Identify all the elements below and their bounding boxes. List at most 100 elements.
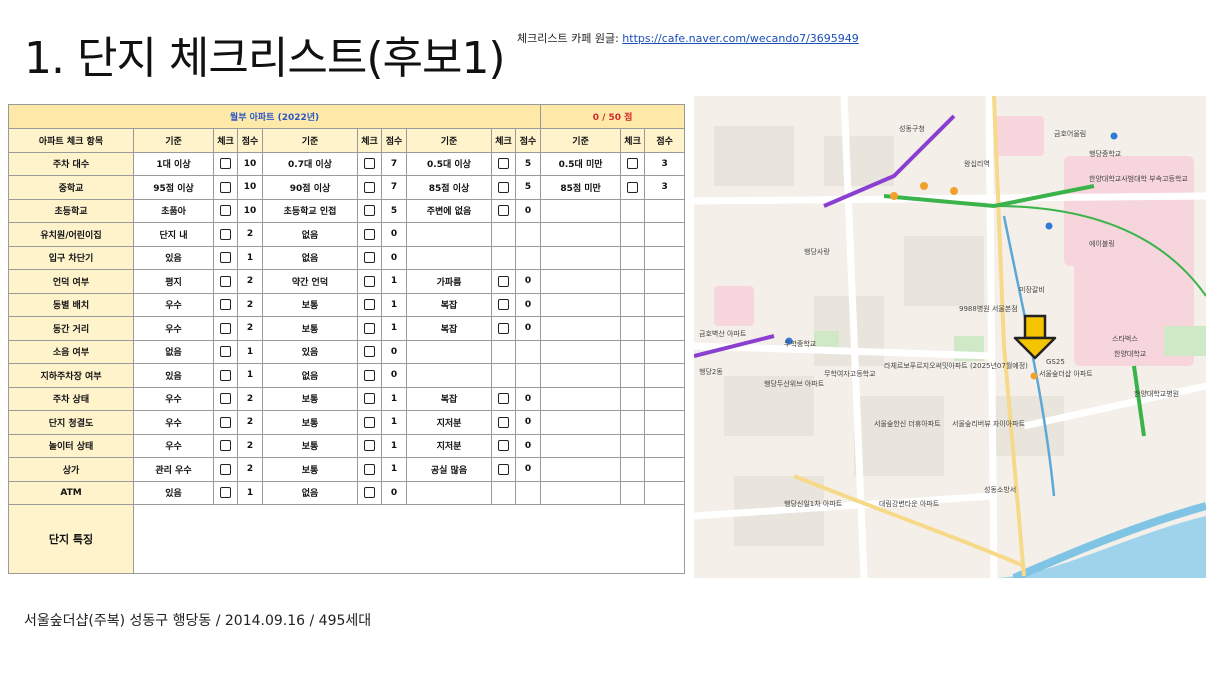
check-cell[interactable] (357, 222, 382, 247)
check-cell[interactable] (357, 198, 382, 223)
check-cell[interactable] (357, 363, 382, 388)
checkbox[interactable] (498, 416, 509, 428)
checkbox[interactable] (498, 158, 509, 170)
check-cell[interactable] (213, 175, 238, 200)
check-cell[interactable] (491, 269, 516, 294)
checkbox[interactable] (220, 393, 231, 405)
source-label: 체크리스트 카페 원글: (517, 32, 619, 45)
checkbox[interactable] (220, 487, 231, 499)
checkbox[interactable] (627, 181, 639, 193)
location-map[interactable]: 성동구청 금호어울림 행당중학교 한양대학교사범대학 부속고등학교 왕십리역 서울숲더샵 … (694, 96, 1206, 578)
column-header: 점수 (381, 128, 407, 153)
check-cell[interactable] (213, 339, 238, 364)
checkbox[interactable] (364, 181, 375, 193)
checkbox[interactable] (364, 440, 375, 452)
check-cell[interactable] (357, 175, 382, 200)
checkbox[interactable] (220, 369, 231, 381)
check-cell[interactable] (357, 386, 382, 411)
checkbox[interactable] (498, 463, 509, 475)
checkbox[interactable] (220, 275, 231, 287)
check-cell[interactable] (491, 433, 516, 458)
check-cell[interactable] (357, 316, 382, 341)
check-cell[interactable] (213, 198, 238, 223)
check-cell[interactable] (213, 363, 238, 388)
checklist-item-label: 초등학교 (8, 198, 134, 223)
checkbox[interactable] (498, 440, 509, 452)
checkbox[interactable] (364, 463, 375, 475)
checkbox[interactable] (364, 369, 375, 381)
check-cell[interactable] (357, 269, 382, 294)
check-cell[interactable] (491, 457, 516, 482)
checkbox[interactable] (364, 416, 375, 428)
checkbox[interactable] (364, 228, 375, 240)
column-header: 아파트 체크 항목 (8, 128, 134, 153)
score-cell: 1 (381, 316, 407, 341)
check-cell[interactable] (213, 292, 238, 317)
check-cell[interactable] (213, 245, 238, 270)
checkbox[interactable] (364, 322, 375, 334)
checkbox[interactable] (498, 181, 509, 193)
check-cell[interactable] (213, 151, 238, 176)
source-link[interactable]: https://cafe.naver.com/wecando7/3695949 (622, 32, 858, 45)
check-cell[interactable] (491, 410, 516, 435)
score-cell (514, 245, 542, 270)
check-cell[interactable] (491, 175, 516, 200)
criterion-cell: 95점 이상 (133, 175, 214, 200)
checkbox[interactable] (220, 228, 231, 240)
checklist-table: 월부 아파트 (2022년) 0 / 50 점 아파트 체크 항목 기준 체크 점수 기… (7, 104, 686, 574)
checkbox[interactable] (364, 299, 375, 311)
checkbox[interactable] (220, 252, 231, 264)
checkbox[interactable] (364, 275, 375, 287)
checkbox[interactable] (364, 487, 375, 499)
check-cell[interactable] (491, 316, 516, 341)
check-cell[interactable] (213, 410, 238, 435)
check-cell[interactable] (491, 386, 516, 411)
checkbox[interactable] (220, 322, 231, 334)
checkbox[interactable] (220, 158, 231, 170)
checkbox[interactable] (498, 205, 509, 217)
checklist-item-label: 언덕 여부 (8, 269, 134, 294)
checkbox[interactable] (220, 440, 231, 452)
checkbox[interactable] (364, 158, 375, 170)
checkbox[interactable] (220, 416, 231, 428)
checkbox[interactable] (364, 205, 375, 217)
check-cell[interactable] (213, 269, 238, 294)
check-cell[interactable] (213, 316, 238, 341)
checkbox[interactable] (498, 322, 509, 334)
checkbox[interactable] (364, 252, 375, 264)
check-cell[interactable] (357, 151, 382, 176)
checkbox[interactable] (220, 463, 231, 475)
check-cell[interactable] (357, 245, 382, 270)
check-cell[interactable] (357, 410, 382, 435)
checkbox[interactable] (498, 393, 509, 405)
checkbox[interactable] (498, 275, 509, 287)
checkbox[interactable] (220, 205, 231, 217)
check-cell[interactable] (213, 457, 238, 482)
check-cell[interactable] (491, 292, 516, 317)
check-cell[interactable] (357, 457, 382, 482)
check-cell[interactable] (213, 433, 238, 458)
checkbox[interactable] (364, 346, 375, 358)
check-cell[interactable] (357, 433, 382, 458)
check-cell[interactable] (213, 480, 238, 505)
checkbox[interactable] (220, 181, 231, 193)
check-cell[interactable] (491, 151, 516, 176)
checkbox[interactable] (220, 299, 231, 311)
column-header: 기준 (540, 128, 622, 153)
checkbox[interactable] (364, 393, 375, 405)
check-cell[interactable] (213, 222, 238, 247)
check-cell[interactable] (491, 198, 516, 223)
feature-notes[interactable] (132, 504, 686, 574)
check-cell[interactable] (620, 151, 646, 176)
checkbox[interactable] (220, 346, 231, 358)
criterion-cell (540, 222, 622, 247)
criterion-cell: 우수 (133, 292, 214, 317)
check-cell[interactable] (213, 386, 238, 411)
check-cell[interactable] (620, 175, 646, 200)
check-cell[interactable] (357, 292, 382, 317)
check-cell[interactable] (357, 339, 382, 364)
checkbox[interactable] (498, 299, 509, 311)
check-cell[interactable] (357, 480, 382, 505)
checklist-item-label: 놀이터 상태 (8, 433, 134, 458)
checkbox[interactable] (627, 158, 639, 170)
